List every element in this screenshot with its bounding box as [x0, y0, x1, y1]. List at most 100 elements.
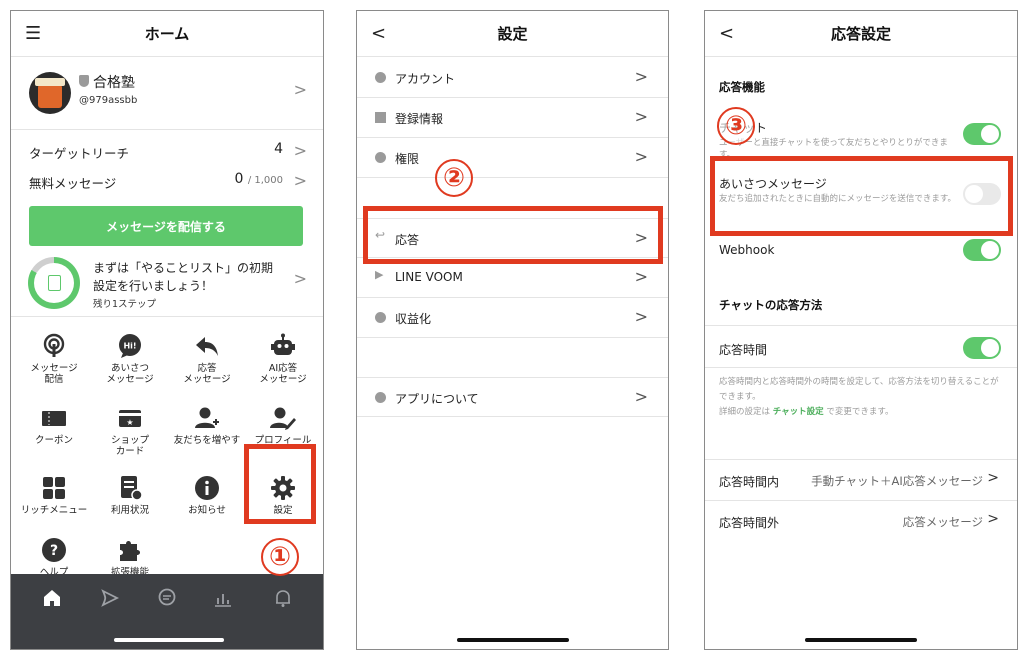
progress-ring: [28, 257, 80, 309]
menu-broadcast[interactable]: メッセージ 配信: [15, 333, 93, 385]
account-card[interactable]: 合格塾 @979assbb >: [11, 58, 323, 130]
within-hours-row[interactable]: 応答時間内 手動チャット＋AI応答メッセージ >: [705, 460, 1017, 500]
home-header: ☰ ホーム: [11, 11, 323, 57]
reply-icon: [194, 333, 220, 359]
todo-card[interactable]: まずは「やることリスト」の初期設定を行いましょう！ 残り1ステップ >: [11, 247, 323, 317]
chevron-right-icon: >: [634, 67, 648, 86]
menu-label: ショップ カード: [110, 435, 149, 457]
response-hours-note: 応答時間内と応答時間外の時間を設定して、応答方法を切り替えることができます。 詳…: [719, 375, 1007, 420]
back-button[interactable]: <: [371, 23, 386, 44]
chevron-right-icon: >: [987, 511, 999, 527]
section-title-response-features: 応答機能: [719, 80, 765, 94]
voom-icon[interactable]: [100, 588, 120, 608]
menu-label: あいさつ メッセージ: [106, 363, 154, 385]
highlight-settings: [244, 444, 316, 524]
home-icon[interactable]: [42, 588, 62, 608]
menu-ai-reply[interactable]: AI応答 メッセージ: [244, 333, 322, 385]
menu-label: リッチメニュー: [20, 505, 88, 516]
page-title: 設定: [497, 25, 528, 43]
menu-label: 応答 メッセージ: [183, 363, 231, 385]
section-title-response-method: チャットの応答方法: [719, 298, 823, 312]
chevron-right-icon: >: [987, 470, 999, 486]
settings-header: < 設定: [357, 11, 668, 57]
account-name: 合格塾: [93, 75, 135, 91]
settings-item-voom[interactable]: ▶ LINE VOOM >: [357, 258, 668, 298]
free-message-value: 0 / 1,000: [234, 171, 283, 187]
hamburger-icon[interactable]: ☰: [25, 23, 41, 44]
chevron-right-icon: >: [293, 80, 307, 99]
settings-item-permissions[interactable]: 権限 >: [357, 138, 668, 178]
chat-icon[interactable]: [157, 588, 177, 608]
response-settings-header: < 応答設定: [705, 11, 1017, 57]
menu-rich-menu[interactable]: リッチメニュー: [15, 475, 93, 516]
usage-icon: [117, 475, 143, 501]
page-title: ホーム: [144, 25, 190, 43]
outside-hours-row[interactable]: 応答時間外 応答メッセージ >: [705, 501, 1017, 541]
menu-usage[interactable]: 利用状況: [91, 475, 169, 516]
menu-extensions[interactable]: 拡張機能: [91, 537, 169, 578]
monetize-icon: [375, 312, 386, 323]
menu-shop-card[interactable]: ★ ショップ カード: [91, 405, 169, 457]
back-button[interactable]: <: [719, 23, 734, 44]
home-indicator: [805, 638, 917, 642]
settings-item-monetize[interactable]: 収益化 >: [357, 298, 668, 338]
todo-text: まずは「やることリスト」の初期設定を行いましょう！: [93, 261, 274, 293]
document-icon: [375, 112, 386, 123]
menu-label: お知らせ: [188, 505, 226, 516]
free-message-row[interactable]: 無料メッセージ 0 / 1,000 >: [11, 167, 323, 197]
people-icon: [375, 152, 386, 163]
account-id: @979assbb: [79, 95, 138, 106]
settings-item-account[interactable]: アカウント >: [357, 58, 668, 98]
menu-profile[interactable]: プロフィール: [244, 405, 322, 446]
outside-hours-value: 応答メッセージ: [902, 515, 983, 529]
bell-icon[interactable]: [273, 588, 293, 608]
settings-item-label: 登録情報: [395, 112, 444, 126]
webhook-toggle[interactable]: [963, 239, 1001, 261]
broadcast-icon: [41, 333, 67, 359]
divider: [705, 367, 1017, 368]
outside-hours-label: 応答時間外: [719, 516, 780, 530]
send-message-button[interactable]: メッセージを配信する: [29, 206, 303, 246]
settings-item-label: 権限: [395, 152, 420, 166]
home-indicator: [114, 638, 224, 642]
note-text: 応答時間内と応答時間外の時間を設定して、応答方法を切り替えることができます。: [719, 377, 999, 402]
chevron-right-icon: >: [634, 147, 648, 166]
puzzle-icon: [117, 537, 143, 563]
shop-card-icon: ★: [117, 405, 143, 431]
step-number-1: ①: [261, 538, 299, 576]
highlight-response: [363, 206, 663, 264]
menu-help[interactable]: ? ヘルプ: [15, 537, 93, 578]
within-hours-label: 応答時間内: [719, 475, 780, 489]
target-reach-label: ターゲットリーチ: [29, 146, 130, 161]
menu-auto-reply[interactable]: 応答 メッセージ: [168, 333, 246, 385]
menu-coupon[interactable]: クーポン: [15, 405, 93, 446]
chat-settings-link[interactable]: チャット設定: [773, 407, 824, 417]
settings-item-about[interactable]: アプリについて >: [357, 377, 668, 417]
analytics-icon[interactable]: [213, 588, 233, 608]
chevron-right-icon: >: [634, 267, 648, 286]
highlight-greeting: [710, 156, 1013, 236]
greeting-icon: Hi!: [117, 333, 143, 359]
menu-add-friends[interactable]: 友だちを増やす: [168, 405, 246, 446]
home-screen: ☰ ホーム 合格塾 @979assbb > ターゲットリーチ 4 > 無料メッセ…: [10, 10, 324, 650]
info-icon: [194, 475, 220, 501]
help-icon: ?: [41, 537, 67, 563]
robot-icon: [270, 333, 296, 359]
step-number-2: ②: [435, 159, 473, 197]
note-text: で変更できます。: [823, 407, 894, 417]
voom-icon: ▶: [375, 268, 384, 281]
chevron-right-icon: >: [634, 387, 648, 406]
response-settings-screen: < 応答設定 応答機能 チャット ユーザーと直接チャットを使って友だちとやりとり…: [704, 10, 1018, 650]
target-reach-row[interactable]: ターゲットリーチ 4 >: [11, 137, 323, 167]
chat-toggle[interactable]: [963, 123, 1001, 145]
menu-news[interactable]: お知らせ: [168, 475, 246, 516]
menu-label: クーポン: [34, 435, 73, 446]
settings-item-registration[interactable]: 登録情報 >: [357, 98, 668, 138]
response-hours-toggle[interactable]: [963, 337, 1001, 359]
note-text: 詳細の設定は: [719, 407, 773, 417]
menu-greeting[interactable]: Hi! あいさつ メッセージ: [91, 333, 169, 385]
settings-item-label: アカウント: [395, 72, 456, 86]
chevron-right-icon: >: [634, 307, 648, 326]
rich-menu-icon: [41, 475, 67, 501]
coupon-icon: [41, 405, 67, 431]
